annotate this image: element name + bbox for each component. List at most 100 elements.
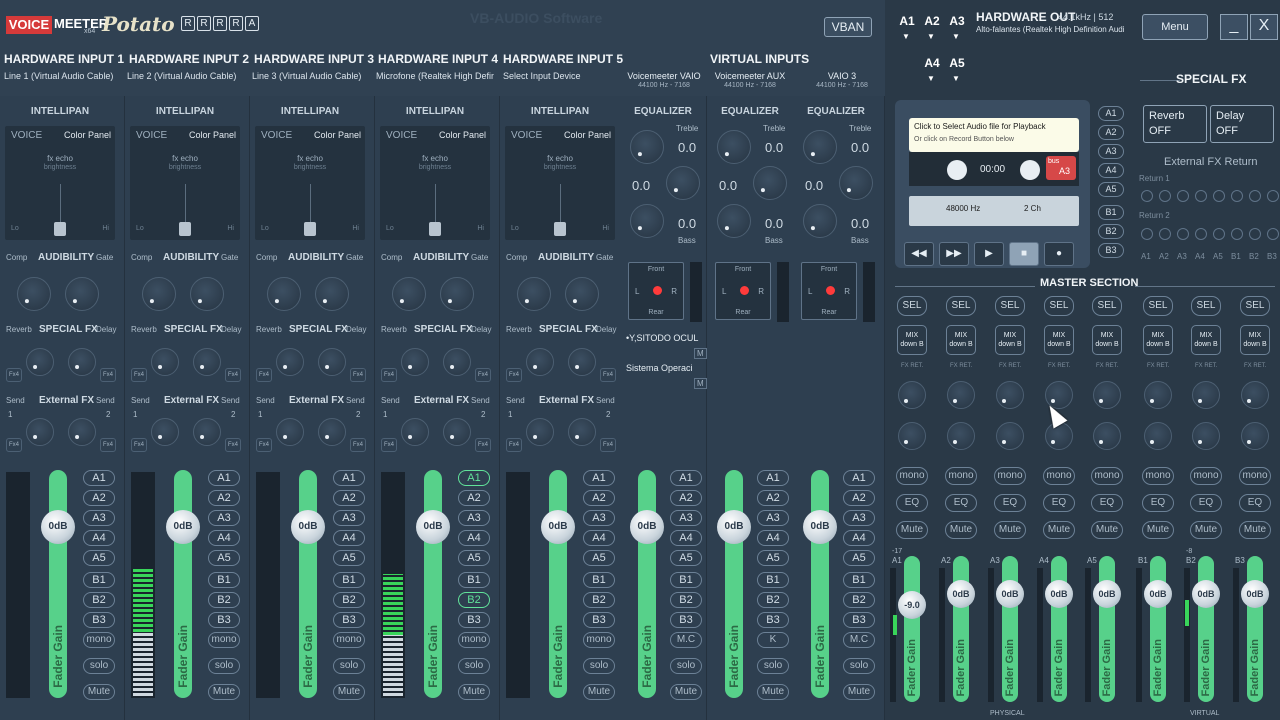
master-a3-fx-knob-1[interactable] [996,381,1024,409]
comp-knob[interactable] [392,277,426,311]
return-2-knob-1[interactable] [1141,228,1153,240]
hw-input-4-device[interactable]: Microfone (Realtek High Defini [376,71,494,81]
bus-b2-button[interactable]: B2 [583,592,615,608]
bus-a2-button[interactable]: A2 [757,490,789,506]
master-a3-mono-button[interactable]: mono [994,467,1026,485]
treble-knob[interactable] [803,130,837,164]
return-1-knob-3[interactable] [1177,190,1189,202]
fader-track[interactable]: Fader Gain [725,470,743,698]
master-a2-fader-track[interactable]: Fader Gain [953,556,969,702]
pan-handle[interactable] [54,222,66,236]
bus-b2-button[interactable]: B2 [458,592,490,608]
intellipan-panel[interactable]: VOICE Color Panel fx echo brightness Lo Hi [380,126,490,240]
bus-a1-button[interactable]: A1 [583,470,615,486]
mono-button[interactable]: mono [333,632,365,648]
gate-knob[interactable] [65,277,99,311]
master-a5-fader-track[interactable]: Fader Gain [1099,556,1115,702]
bus-a3-button[interactable]: A3 [757,510,789,526]
master-b3-fx-knob-2[interactable] [1241,422,1269,450]
return-1-knob-8[interactable] [1267,190,1279,202]
fader-handle[interactable]: 0dB [416,510,450,544]
gate-knob[interactable] [315,277,349,311]
bus-b1-button[interactable]: B1 [843,572,875,588]
master-a4-fx-knob-2[interactable] [1045,422,1073,450]
hw-input-2-device[interactable]: Line 2 (Virtual Audio Cable) [127,71,247,81]
pan-dot[interactable] [740,286,749,295]
bus-b1-button[interactable]: B1 [83,572,115,588]
master-b1-fader-handle[interactable]: 0dB [1144,580,1172,608]
master-b2-mixdown-button[interactable]: MIX down B [1191,325,1221,355]
comp-knob[interactable] [142,277,176,311]
bus-b1-button[interactable]: B1 [583,572,615,588]
fader-track[interactable]: Fader Gain [299,470,317,698]
master-b3-sel-button[interactable]: SEL [1240,296,1270,316]
return-2-knob-3[interactable] [1177,228,1189,240]
bus-a4-button[interactable]: A4 [583,530,615,546]
bus-a3-button[interactable]: A3 [583,510,615,526]
bus-b3-button[interactable]: B3 [670,612,702,628]
player-bus-a3-button[interactable]: A3 [1098,144,1124,159]
send-mini-button-right[interactable]: Fx4 [600,438,616,452]
master-b3-eq-button[interactable]: EQ [1239,494,1271,512]
fx-mini-button-left[interactable]: Fx4 [131,368,147,382]
master-a4-mono-button[interactable]: mono [1043,467,1075,485]
fx-mini-button-left[interactable]: Fx4 [256,368,272,382]
pan-handle[interactable] [429,222,441,236]
surround-pad[interactable]: Front Rear L R [715,262,771,320]
intellipan-panel[interactable]: VOICE Color Panel fx echo brightness Lo Hi [505,126,615,240]
master-b3-fader-handle[interactable]: 0dB [1241,580,1269,608]
send-2-knob[interactable] [568,418,596,446]
solo-button[interactable]: solo [583,658,615,674]
master-a2-sel-button[interactable]: SEL [946,296,976,316]
master-a5-mixdown-button[interactable]: MIX down B [1092,325,1122,355]
bus-a4-button[interactable]: A4 [843,530,875,546]
hw-out-a4-button[interactable]: A4 [921,52,943,74]
master-b2-mono-button[interactable]: mono [1190,467,1222,485]
virtual-input-1-name[interactable]: Voicemeeter VAIO [624,71,704,81]
bass-knob[interactable] [630,204,664,238]
reverb-knob[interactable] [26,348,54,376]
mute-button[interactable]: Mute [583,684,615,700]
bus-b2-button[interactable]: B2 [757,592,789,608]
mono-button[interactable]: mono [583,632,615,648]
master-a1-mute-button[interactable]: Mute [896,521,928,539]
send-mini-button-left[interactable]: Fx4 [256,438,272,452]
hw-out-a3-dropdown-icon[interactable]: ▼ [952,32,960,41]
bus-a1-button[interactable]: A1 [83,470,115,486]
bus-a5-button[interactable]: A5 [83,550,115,566]
send-mini-button-left[interactable]: Fx4 [131,438,147,452]
reverb-knob[interactable] [401,348,429,376]
fader-track[interactable]: Fader Gain [811,470,829,698]
bus-a1-button[interactable]: A1 [333,470,365,486]
send-2-knob[interactable] [68,418,96,446]
master-a5-mono-button[interactable]: mono [1091,467,1123,485]
master-a5-eq-button[interactable]: EQ [1091,494,1123,512]
gate-knob[interactable] [440,277,474,311]
mid-knob[interactable] [753,166,787,200]
master-a4-fader-track[interactable]: Fader Gain [1051,556,1067,702]
fader-handle[interactable]: 0dB [630,510,664,544]
master-a4-mixdown-button[interactable]: MIX down B [1044,325,1074,355]
vban-button[interactable]: VBAN [824,17,872,37]
bus-b2-button[interactable]: B2 [83,592,115,608]
send-2-knob[interactable] [318,418,346,446]
solo-button[interactable]: solo [333,658,365,674]
fader-track[interactable]: Fader Gain [424,470,442,698]
send-1-knob[interactable] [26,418,54,446]
master-b2-eq-button[interactable]: EQ [1190,494,1222,512]
master-a4-mute-button[interactable]: Mute [1043,521,1075,539]
fader-handle[interactable]: 0dB [41,510,75,544]
surround-pad[interactable]: Front Rear L R [801,262,857,320]
master-a1-fx-knob-1[interactable] [898,381,926,409]
solo-button[interactable]: solo [208,658,240,674]
fx-mini-button-right[interactable]: Fx4 [225,368,241,382]
return-1-knob-4[interactable] [1195,190,1207,202]
fader-handle[interactable]: 0dB [291,510,325,544]
bus-a4-button[interactable]: A4 [83,530,115,546]
pan-handle[interactable] [554,222,566,236]
master-a2-eq-button[interactable]: EQ [945,494,977,512]
master-a3-mixdown-button[interactable]: MIX down B [995,325,1025,355]
mono-button[interactable]: mono [208,632,240,648]
mute-button[interactable]: Mute [458,684,490,700]
reverb-knob[interactable] [276,348,304,376]
